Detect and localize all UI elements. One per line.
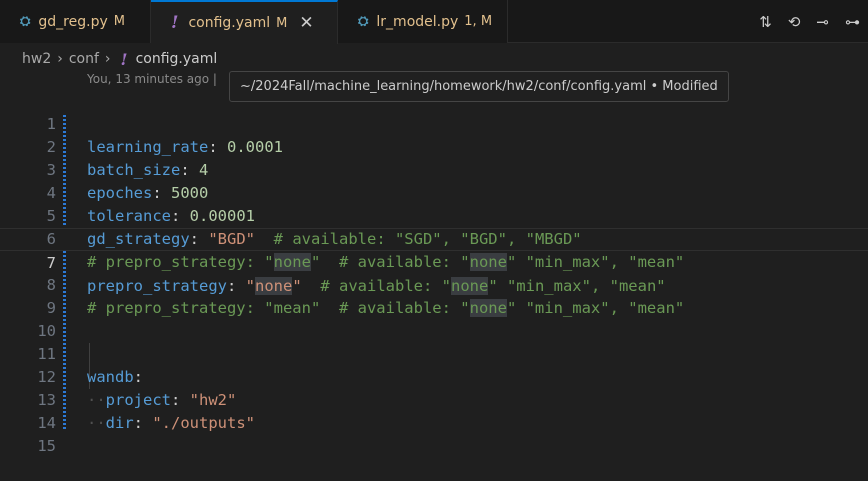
- code-line[interactable]: 2 batch_size: 4: [0, 113, 868, 179]
- code-line[interactable]: 6 # prepro_strategy: "none" # available:…: [0, 205, 868, 271]
- breadcrumb-conf[interactable]: conf: [69, 51, 99, 67]
- code-line[interactable]: 9: [0, 274, 868, 317]
- editor-actions: ⇅ ⟲ ⊸ ⊶: [759, 0, 860, 43]
- tab-status: 1, M: [464, 14, 493, 29]
- code-line[interactable]: 13 ··dir: "./outputs": [0, 366, 868, 432]
- chevron-right-icon: ›: [57, 51, 63, 67]
- code-line[interactable]: 8 # prepro_strategy: "mean" # available:…: [0, 251, 868, 317]
- breadcrumb-hw2[interactable]: hw2: [22, 51, 51, 67]
- yaml-icon: !: [171, 13, 179, 33]
- yaml-icon: !: [120, 49, 128, 69]
- tab-status: M: [113, 14, 125, 29]
- code-line[interactable]: 15: [0, 412, 868, 455]
- tab-status: M: [276, 15, 288, 31]
- tab-label: lr_model.py: [376, 13, 459, 30]
- tab-gd-reg[interactable]: ⛭ gd_reg.py M: [0, 0, 151, 43]
- chevron-right-icon: ›: [104, 51, 111, 67]
- git-blame-annotation[interactable]: You, 13 minutes ago |: [87, 72, 217, 86]
- breadcrumb: hw2 › conf › ! config.yaml: [0, 47, 868, 71]
- code-editor[interactable]: 1 learning_rate: 0.0001 2 batch_size: 4 …: [0, 90, 868, 455]
- code-line[interactable]: 3 epoches: 5000: [0, 136, 868, 202]
- python-icon: ⛭: [20, 14, 31, 29]
- revert-icon[interactable]: ⟲: [788, 13, 801, 31]
- next-change-icon[interactable]: ⊶: [845, 13, 860, 31]
- breadcrumb-config-yaml[interactable]: config.yaml: [136, 51, 218, 67]
- tab-bar: ⛭ gd_reg.py M ! config.yaml M ✕ ⛭ lr_mod…: [0, 0, 868, 44]
- compare-changes-icon[interactable]: ⇅: [759, 13, 772, 31]
- tab-config-yaml[interactable]: ! config.yaml M ✕: [151, 0, 338, 44]
- previous-change-icon[interactable]: ⊸: [816, 13, 829, 31]
- code-line[interactable]: 10: [0, 297, 868, 340]
- line-number: 15: [37, 437, 56, 455]
- code-line-current[interactable]: 7 prepro_strategy: "none" # available: "…: [0, 228, 868, 295]
- tab-lr-model[interactable]: ⛭ lr_model.py 1, M: [338, 0, 508, 43]
- code-line[interactable]: 12 ··project: "hw2": [0, 343, 868, 409]
- tab-label: gd_reg.py: [38, 13, 108, 30]
- file-path-tooltip: ~/2024Fall/machine_learning/homework/hw2…: [229, 71, 729, 102]
- code-line[interactable]: 11 wandb:: [0, 320, 868, 386]
- code-line[interactable]: 5 gd_strategy: "BGD" # available: "SGD",…: [0, 182, 868, 248]
- code-line[interactable]: 4 tolerance: 0.00001: [0, 159, 868, 225]
- close-icon[interactable]: ✕: [299, 13, 313, 33]
- code-line[interactable]: 14: [0, 389, 868, 432]
- tab-label: config.yaml: [188, 15, 271, 31]
- python-icon: ⛭: [358, 14, 369, 29]
